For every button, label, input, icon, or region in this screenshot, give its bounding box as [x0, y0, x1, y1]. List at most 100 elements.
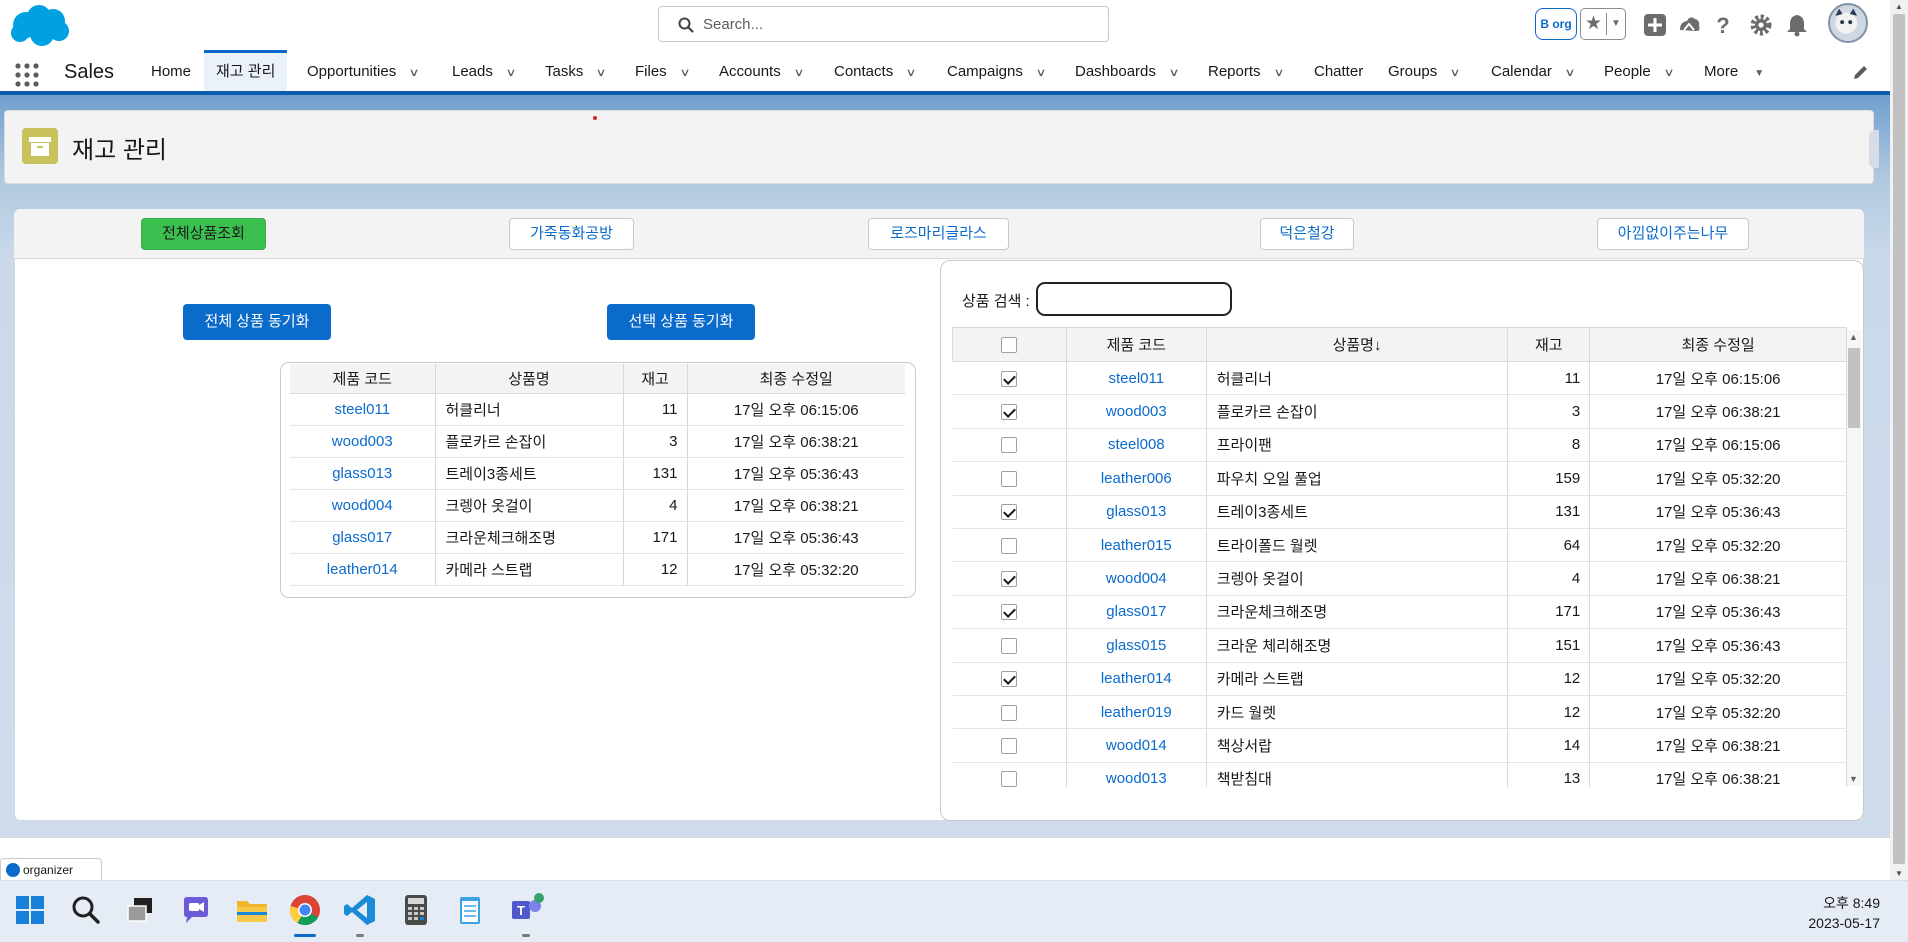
row-select-cell[interactable]: [952, 728, 1067, 763]
nav-item-leads[interactable]: Leads ∨: [452, 50, 517, 91]
tab-giving-tree[interactable]: 아낌없이주는나무: [1597, 218, 1749, 250]
column-header[interactable]: 상품명: [435, 364, 624, 394]
global-actions-plus-icon[interactable]: [1642, 12, 1668, 38]
table-row[interactable]: steel008 프라이팬 8 17일 오후 06:15:06: [952, 428, 1847, 463]
product-code-link[interactable]: glass013: [290, 457, 436, 490]
table-row[interactable]: leather014 카메라 스트랩 12 17일 오후 05:32:20: [952, 662, 1847, 696]
scroll-down-arrow-icon[interactable]: ▼: [1895, 869, 1903, 878]
row-checkbox[interactable]: [1001, 571, 1018, 588]
table-row[interactable]: wood004 크렝아 옷걸이 4 17일 오후 06:38:21: [952, 561, 1847, 596]
row-select-cell[interactable]: [952, 528, 1067, 563]
row-checkbox[interactable]: [1001, 537, 1018, 554]
product-code-link[interactable]: wood014: [1066, 728, 1207, 763]
row-checkbox[interactable]: [1001, 370, 1018, 387]
table-row[interactable]: wood014 책상서랍 14 17일 오후 06:38:21: [952, 728, 1847, 763]
caret-down-icon[interactable]: ▼: [1754, 52, 1764, 96]
taskbar-search-icon[interactable]: [68, 892, 104, 928]
table-row[interactable]: glass015 크라운 체리해조명 151 17일 오후 05:36:43: [952, 628, 1847, 663]
teams-chat-icon[interactable]: [178, 892, 214, 928]
scrollbar-thumb[interactable]: [1893, 14, 1905, 864]
setup-gear-icon[interactable]: [1748, 12, 1774, 38]
row-select-cell[interactable]: [952, 595, 1067, 630]
product-code-link[interactable]: wood004: [290, 489, 436, 522]
chevron-down-icon[interactable]: ∨: [1663, 51, 1674, 95]
chevron-down-icon[interactable]: ∨: [1168, 51, 1179, 95]
product-code-link[interactable]: wood013: [1066, 762, 1207, 787]
row-checkbox[interactable]: [1001, 470, 1018, 487]
product-code-link[interactable]: steel008: [1066, 428, 1207, 463]
product-search-input[interactable]: [1036, 282, 1232, 316]
nav-item-campaigns[interactable]: Campaigns ∨: [947, 50, 1047, 91]
row-select-cell[interactable]: [952, 695, 1067, 730]
table-row[interactable]: leather019 카드 월렛 12 17일 오후 05:32:20: [952, 695, 1847, 730]
row-select-cell[interactable]: [952, 762, 1067, 787]
column-header[interactable]: 재고: [1507, 327, 1591, 362]
file-explorer-icon[interactable]: [234, 892, 270, 928]
row-select-cell[interactable]: [952, 361, 1067, 396]
product-code-link[interactable]: wood003: [1066, 394, 1207, 429]
page-scrollbar[interactable]: ▲ ▼: [1890, 0, 1908, 880]
nav-item-chatter[interactable]: Chatter: [1314, 50, 1363, 91]
row-select-cell[interactable]: [952, 561, 1067, 596]
row-checkbox[interactable]: [1001, 404, 1018, 421]
product-code-link[interactable]: steel011: [1066, 361, 1207, 396]
sync-all-button[interactable]: 전체 상품 동기화: [183, 304, 331, 340]
chevron-down-icon[interactable]: ▼: [1611, 18, 1621, 29]
row-checkbox[interactable]: [1001, 738, 1018, 754]
nav-item-opportunities[interactable]: Opportunities ∨: [307, 50, 420, 91]
global-search-input[interactable]: [701, 13, 1081, 35]
column-header-sorted[interactable]: 상품명↓: [1205, 327, 1509, 362]
taskbar-clock[interactable]: 오후 8:49 2023-05-17: [1780, 893, 1880, 933]
scroll-up-arrow-icon[interactable]: ▲: [1895, 2, 1903, 11]
chevron-down-icon[interactable]: ∨: [1273, 51, 1284, 95]
nav-item-calendar[interactable]: Calendar ∨: [1491, 50, 1576, 91]
calculator-icon[interactable]: [398, 892, 434, 928]
table-row[interactable]: steel011 허클리너 11 17일 오후 06:15:06: [952, 361, 1847, 396]
favorites-button[interactable]: ★ ▼: [1580, 8, 1626, 40]
chevron-down-icon[interactable]: ∨: [596, 51, 607, 95]
product-code-link[interactable]: glass017: [1066, 595, 1207, 630]
help-icon[interactable]: ?: [1710, 12, 1736, 38]
notepad-icon[interactable]: [452, 892, 488, 928]
tab-leather-workshop[interactable]: 가죽동화공방: [509, 218, 634, 250]
chevron-down-icon[interactable]: ∨: [409, 51, 420, 95]
tab-deokeun-steel[interactable]: 덕은철강: [1260, 218, 1354, 250]
product-code-link[interactable]: glass017: [290, 521, 436, 554]
row-checkbox[interactable]: [1001, 637, 1018, 654]
product-table-scrollbar[interactable]: ▲ ▼: [1847, 330, 1861, 786]
column-header[interactable]: 제품 코드: [290, 364, 436, 394]
chevron-down-icon[interactable]: ∨: [505, 51, 516, 95]
nav-item-dashboards[interactable]: Dashboards ∨: [1075, 50, 1180, 91]
sync-selected-button[interactable]: 선택 상품 동기화: [607, 304, 755, 340]
org-badge[interactable]: B org: [1535, 8, 1577, 40]
column-header[interactable]: 제품 코드: [1065, 327, 1207, 362]
app-launcher-icon[interactable]: [14, 62, 40, 88]
product-code-link[interactable]: wood004: [1066, 561, 1207, 596]
table-row[interactable]: wood003 플로카르 손잡이 3 17일 오후 06:38:21: [952, 394, 1847, 429]
column-header[interactable]: 재고: [623, 364, 688, 394]
product-code-link[interactable]: leather014: [290, 553, 436, 586]
scroll-down-arrow-icon[interactable]: ▼: [1849, 774, 1858, 784]
scrollbar-thumb[interactable]: [1848, 348, 1860, 428]
row-select-cell[interactable]: [952, 662, 1067, 696]
row-checkbox[interactable]: [1001, 437, 1018, 454]
row-checkbox[interactable]: [1001, 704, 1018, 721]
chevron-down-icon[interactable]: ∨: [1035, 51, 1046, 95]
salesforce-cloud-logo[interactable]: [6, 3, 72, 49]
chevron-down-icon[interactable]: ∨: [1564, 51, 1575, 95]
row-checkbox[interactable]: [1001, 604, 1018, 621]
column-header[interactable]: 최종 수정일: [687, 364, 905, 394]
nav-item-accounts[interactable]: Accounts ∨: [719, 50, 804, 91]
product-code-link[interactable]: leather019: [1066, 695, 1207, 730]
notifications-bell-icon[interactable]: [1784, 12, 1810, 38]
product-code-link[interactable]: wood003: [290, 425, 436, 458]
edit-nav-pencil-icon[interactable]: [1852, 63, 1870, 81]
row-checkbox[interactable]: [1001, 771, 1018, 787]
row-checkbox[interactable]: [1001, 504, 1018, 521]
side-panel-toggle[interactable]: [1869, 130, 1879, 168]
row-checkbox[interactable]: [1001, 671, 1018, 688]
row-select-cell[interactable]: [952, 428, 1067, 463]
user-avatar[interactable]: [1828, 3, 1868, 43]
row-select-cell[interactable]: [952, 628, 1067, 663]
chevron-down-icon[interactable]: ∨: [906, 51, 917, 95]
